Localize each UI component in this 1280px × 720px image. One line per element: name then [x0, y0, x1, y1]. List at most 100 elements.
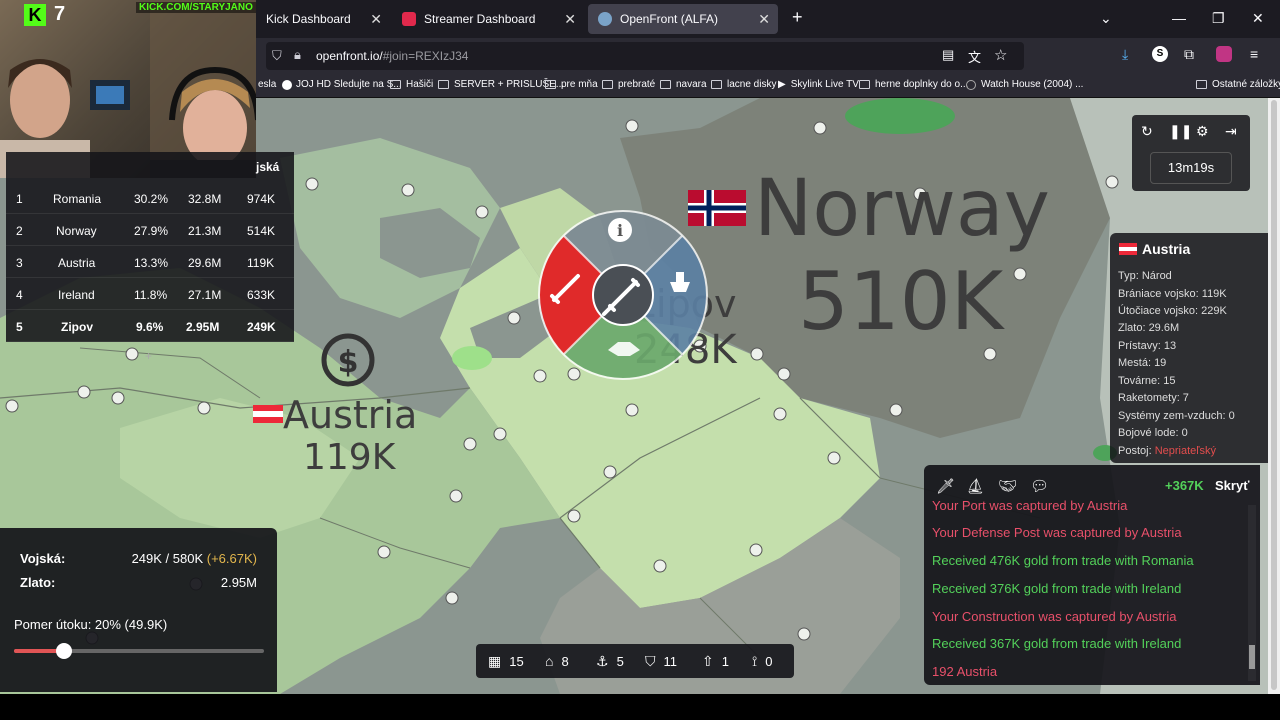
- game-timer: 13m19s: [1150, 152, 1232, 184]
- bookmark-label: Ostatné záložky: [1212, 79, 1280, 90]
- stance-label: Postoj:: [1118, 445, 1152, 457]
- port-count: 5: [616, 654, 624, 669]
- info-cities: Mestá: 19: [1118, 357, 1167, 369]
- bookmark-folder[interactable]: lacne disky: [711, 79, 776, 90]
- restart-icon[interactable]: ↻: [1141, 123, 1153, 140]
- maximize-button[interactable]: ❐: [1212, 10, 1225, 27]
- extensions-icon[interactable]: ⧉: [1184, 46, 1194, 63]
- bookmark-item[interactable]: JOJ HD Sledujte na S...: [282, 79, 402, 90]
- land-percent: 30.2%: [134, 192, 169, 206]
- lock-icon[interactable]: 🔒︎: [294, 47, 301, 63]
- gold-label: Zlato:: [20, 575, 56, 590]
- bookmark-item[interactable]: ▶ Skylink Live TV: [778, 79, 859, 90]
- close-tab-icon[interactable]: ✕: [758, 11, 770, 28]
- land-percent: 27.9%: [134, 224, 169, 238]
- info-attack-troops: Útočiace vojsko: 229K: [1118, 305, 1227, 317]
- bookmark-label: herne doplnky do o...: [875, 79, 969, 90]
- leaderboard-row[interactable]: 2 Norway 27.9% 21.3M 514K: [6, 214, 294, 246]
- bookmark-item[interactable]: Watch House (2004) ...: [966, 79, 1083, 90]
- troops-label: Vojská:: [20, 551, 66, 566]
- sam-launcher-icon: ⟟: [752, 653, 758, 669]
- event-message: Received 367K gold from trade with Irela…: [932, 636, 1182, 651]
- page-scroll-thumb[interactable]: [1271, 100, 1277, 690]
- city-count: 15: [509, 654, 524, 669]
- tab-openfront[interactable]: OpenFront (ALFA) ✕: [588, 4, 778, 34]
- streamer-favicon-icon: [402, 12, 416, 26]
- shield-icon[interactable]: ⛉: [272, 48, 282, 64]
- events-scroll-thumb[interactable]: [1249, 645, 1255, 669]
- minimize-button[interactable]: —: [1172, 10, 1186, 26]
- translate-icon[interactable]: 文: [968, 47, 981, 66]
- other-bookmarks-folder[interactable]: Ostatné záložky: [1196, 79, 1280, 90]
- close-window-button[interactable]: ✕: [1252, 10, 1264, 27]
- build-item-sam-launcher[interactable]: ⟟ 0: [752, 653, 772, 670]
- events-list[interactable]: Your Port was captured by Austria Your D…: [924, 500, 1248, 682]
- bookmark-folder[interactable]: navara: [660, 79, 707, 90]
- hide-events-button[interactable]: Skryť: [1215, 478, 1249, 493]
- bottom-letterbox: [0, 694, 1280, 720]
- troops: 119K: [247, 256, 275, 270]
- build-item-port[interactable]: ⚓︎ 5: [596, 653, 624, 670]
- gold: 21.3M: [188, 224, 222, 238]
- leaderboard-header[interactable]: jská: [256, 160, 279, 174]
- troops: 249K: [247, 320, 276, 334]
- bookmark-item[interactable]: esla: [258, 79, 276, 90]
- menu-icon[interactable]: ≡: [1250, 46, 1258, 62]
- site-icon: [966, 79, 976, 90]
- extension-icon[interactable]: [1216, 46, 1232, 62]
- troops-gain: (+6.67K): [206, 551, 257, 566]
- account-avatar-icon[interactable]: S: [1152, 46, 1168, 62]
- tab-kick-dashboard[interactable]: Kick Dashboard ✕: [256, 4, 390, 34]
- reader-view-icon[interactable]: ▤: [942, 47, 954, 63]
- close-tab-icon[interactable]: ✕: [370, 11, 382, 28]
- bookmark-label: pre mňa: [561, 79, 598, 90]
- exit-icon[interactable]: ⇥: [1225, 123, 1237, 140]
- page-scrollbar[interactable]: [1268, 98, 1280, 694]
- bookmark-folder[interactable]: pre mňa: [545, 79, 598, 90]
- leaderboard-row[interactable]: 1 Romania 30.2% 32.8M 974K: [6, 182, 294, 214]
- tab-streamer-dashboard[interactable]: Streamer Dashboard ✕: [392, 4, 584, 34]
- bookmark-folder[interactable]: prebraté: [602, 79, 655, 90]
- new-tab-button[interactable]: +: [792, 7, 803, 28]
- close-tab-icon[interactable]: ✕: [564, 11, 576, 28]
- build-item-factory[interactable]: ⌂ 8: [545, 653, 569, 669]
- tab-label: Kick Dashboard: [266, 12, 351, 26]
- bookmark-star-icon[interactable]: ☆: [994, 46, 1007, 64]
- tab-list-chevron-icon[interactable]: ⌄: [1100, 10, 1112, 27]
- build-item-missile-silo[interactable]: ⇧ 1: [702, 653, 729, 670]
- attack-filter-icon[interactable]: 🗡︎: [936, 477, 955, 495]
- address-bar[interactable]: ⛉ 🔒︎ openfront.io/#join=REXIzJ34 ▤ 文 ☆: [266, 42, 1024, 70]
- radial-action-menu[interactable]: i: [538, 210, 708, 385]
- info-type: Typ: Národ: [1118, 270, 1172, 282]
- sam-launcher-count: 0: [765, 654, 773, 669]
- svg-text:i: i: [617, 221, 623, 240]
- pause-icon[interactable]: ❚❚: [1169, 123, 1192, 140]
- bookmark-folder[interactable]: Hašiči: [390, 79, 433, 90]
- leaderboard-row[interactable]: 3 Austria 13.3% 29.6M 119K: [6, 246, 294, 278]
- settings-icon[interactable]: ⚙: [1196, 123, 1209, 140]
- rank: 4: [16, 288, 23, 302]
- bookmark-folder[interactable]: herne doplnky do o...: [859, 79, 968, 90]
- port-icon: ⚓︎: [596, 653, 609, 669]
- download-icon[interactable]: ⤓: [1122, 46, 1128, 63]
- build-item-city[interactable]: ▦ 15: [488, 653, 524, 670]
- folder-icon: [438, 80, 449, 89]
- leaderboard-row[interactable]: 4 Ireland 11.8% 27.1M 633K: [6, 278, 294, 310]
- rank: 3: [16, 256, 23, 270]
- url-path: #join=REXIzJ34: [382, 49, 469, 63]
- info-defense-troops: Brániace vojsko: 119K: [1118, 288, 1227, 300]
- chat-filter-icon[interactable]: 💬︎: [1030, 477, 1049, 495]
- rank: 1: [16, 192, 23, 206]
- info-ports: Prístavy: 13: [1118, 340, 1177, 352]
- player-name: Austria: [58, 256, 96, 270]
- leaderboard-row-self[interactable]: 5 Zipov 9.6% 2.95M 249K: [6, 310, 294, 342]
- events-scrollbar[interactable]: [1248, 505, 1256, 681]
- play-icon: ▶: [778, 79, 786, 90]
- leaderboard-expand-button[interactable]: +: [145, 349, 152, 363]
- boat-filter-icon[interactable]: ⛵︎: [966, 477, 985, 495]
- alliance-filter-icon[interactable]: 🤝︎: [998, 477, 1017, 495]
- attack-ratio-handle[interactable]: [56, 643, 72, 659]
- build-item-defense-post[interactable]: ⛉ 11: [645, 653, 677, 670]
- missile-silo-icon: ⇧: [702, 653, 714, 669]
- factory-icon: ⌂: [545, 653, 554, 669]
